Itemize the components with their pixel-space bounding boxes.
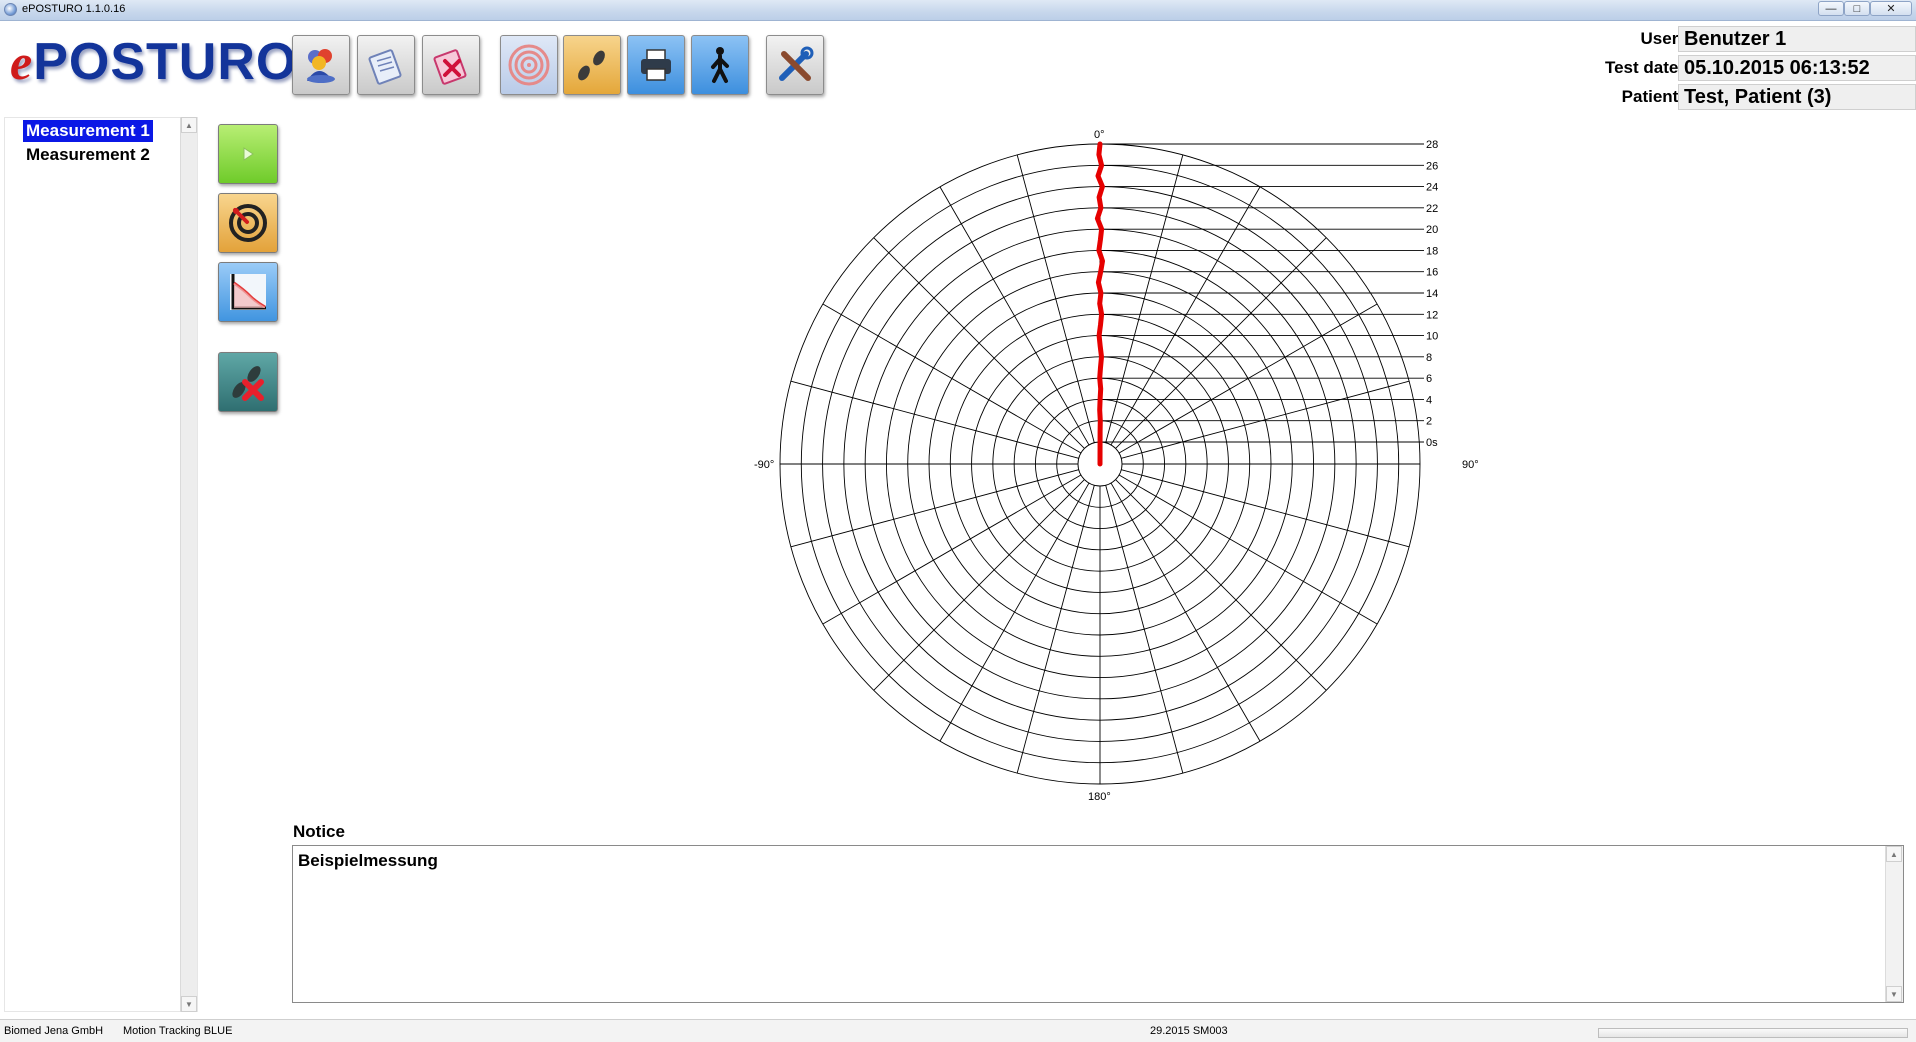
polar-spoke — [1016, 485, 1095, 774]
status-progress-bar — [1598, 1028, 1908, 1038]
scale-label: 28 — [1426, 139, 1438, 151]
app-icon — [4, 3, 17, 16]
target-record-button[interactable] — [218, 193, 278, 253]
patients-icon — [307, 49, 335, 83]
scale-label: 14 — [1426, 288, 1438, 300]
scale-label: 6 — [1426, 373, 1432, 385]
notes-button[interactable] — [357, 35, 415, 95]
scale-label: 22 — [1426, 203, 1438, 215]
chart-curve-button[interactable] — [218, 262, 278, 322]
user-label: User: — [1640, 29, 1684, 48]
polar-spoke — [1121, 469, 1410, 548]
minimize-button[interactable]: — — [1818, 1, 1844, 16]
polar-chart: 0s2468101214161820222426280°90°180°-90° — [754, 129, 1479, 803]
delete-footprints-icon — [232, 366, 264, 401]
status-bar: Biomed Jena GmbH Motion Tracking BLUE 29… — [0, 1019, 1916, 1042]
walking-person-button[interactable] — [691, 35, 749, 95]
angle-label-bottom: 180° — [1088, 791, 1111, 803]
play-icon — [243, 147, 254, 161]
walking-person-icon — [711, 47, 729, 83]
polar-spoke — [790, 380, 1079, 459]
scale-label: 26 — [1426, 160, 1438, 172]
scroll-down-arrow[interactable]: ▼ — [181, 996, 197, 1012]
delete-notes-icon — [433, 49, 467, 85]
polar-spoke — [1115, 237, 1327, 449]
title-bar: ePOSTURO 1.1.0.16 — □ ✕ — [0, 0, 1916, 21]
scale-label: 24 — [1426, 182, 1438, 194]
notice-text[interactable]: Beispielmessung — [298, 851, 438, 871]
measurement-trace — [1094, 141, 1105, 467]
footprints-icon — [578, 50, 605, 81]
measurement-list[interactable]: Measurement 1 Measurement 2 — [4, 117, 198, 1012]
window-title: ePOSTURO 1.1.0.16 — [22, 3, 126, 15]
scale-label: 2 — [1426, 416, 1432, 428]
scale-label: 12 — [1426, 309, 1438, 321]
delete-footprints-button[interactable] — [218, 352, 278, 412]
angle-label-right: 90° — [1462, 459, 1479, 471]
polar-spoke — [1115, 479, 1327, 691]
polar-spoke — [873, 237, 1085, 449]
tools-icon — [779, 46, 814, 81]
scale-label: 16 — [1426, 267, 1438, 279]
status-product: Motion Tracking BLUE — [123, 1025, 233, 1037]
polar-spoke — [790, 469, 1079, 548]
print-button[interactable] — [627, 35, 685, 95]
start-measurement-button[interactable] — [218, 124, 278, 184]
target-button[interactable] — [500, 35, 558, 95]
angle-label-left: -90° — [754, 459, 774, 471]
patient-value: Test, Patient (3) — [1678, 84, 1916, 110]
status-build: 29.2015 SM003 — [1150, 1025, 1228, 1037]
printer-icon — [641, 49, 671, 81]
scale-label: 8 — [1426, 352, 1432, 364]
patients-button[interactable] — [292, 35, 350, 95]
target-record-icon — [229, 204, 267, 242]
delete-notes-button[interactable] — [422, 35, 480, 95]
status-company: Biomed Jena GmbH — [4, 1025, 104, 1037]
scale-label: 4 — [1426, 394, 1432, 406]
settings-button[interactable] — [766, 35, 824, 95]
notice-scroll-down[interactable]: ▼ — [1886, 986, 1902, 1002]
notice-textarea[interactable]: Beispielmessung ▲ ▼ — [292, 845, 1904, 1003]
notice-scroll-up[interactable]: ▲ — [1886, 846, 1902, 862]
close-button[interactable]: ✕ — [1870, 1, 1912, 16]
user-value: Benutzer 1 — [1678, 26, 1916, 52]
measurement-item-1[interactable]: Measurement 1 — [23, 120, 153, 142]
test-date-value: 05.10.2015 06:13:52 — [1678, 55, 1916, 81]
target-icon — [508, 44, 550, 86]
angle-label-top: 0° — [1094, 129, 1105, 141]
test-date-label: Test date: — [1604, 58, 1684, 77]
scroll-up-arrow[interactable]: ▲ — [181, 117, 197, 133]
patient-label: Patient: — [1621, 87, 1684, 106]
notice-label: Notice — [293, 822, 345, 841]
polar-spoke — [1105, 485, 1184, 774]
scale-label: 20 — [1426, 224, 1438, 236]
app-logo: ePOSTURO — [10, 33, 298, 91]
polar-spoke — [1016, 154, 1095, 443]
scale-label: 18 — [1426, 245, 1438, 257]
notes-icon — [368, 49, 402, 85]
measurement-list-scrollbar[interactable]: ▲ ▼ — [180, 117, 197, 1012]
maximize-button[interactable]: □ — [1844, 1, 1870, 16]
polar-spoke — [873, 479, 1085, 691]
polar-spoke — [1121, 380, 1410, 459]
scale-label: 10 — [1426, 331, 1438, 343]
chart-curve-icon — [230, 274, 266, 310]
scale-label: 0s — [1426, 437, 1438, 449]
measurement-item-2[interactable]: Measurement 2 — [23, 144, 153, 166]
notice-scrollbar[interactable]: ▲ ▼ — [1885, 846, 1903, 1002]
footprints-button[interactable] — [563, 35, 621, 95]
